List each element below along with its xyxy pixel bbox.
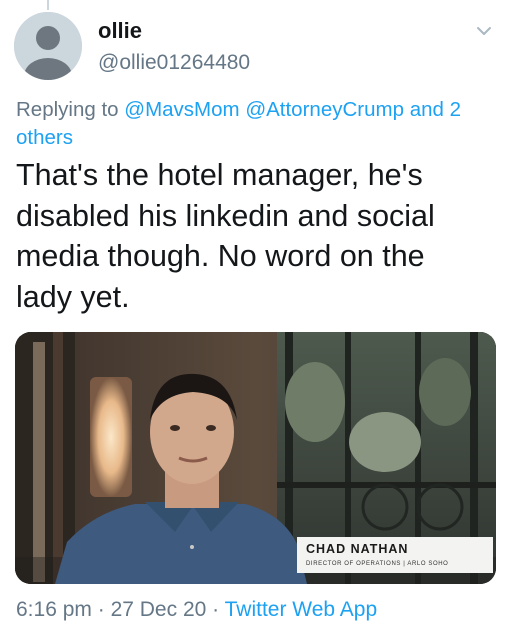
tweet-media-image[interactable]: CHAD NATHAN DIRECTOR OF OPERATIONS | ARL… — [15, 332, 496, 584]
mention-link[interactable]: @MavsMom — [124, 98, 239, 121]
avatar[interactable] — [14, 12, 82, 80]
mention-link[interactable]: @AttorneyCrump — [245, 98, 404, 121]
tweet-text: That's the hotel manager, he's disabled … — [16, 158, 435, 314]
tweet-time[interactable]: 6:16 pm — [16, 598, 92, 621]
display-name[interactable]: ollie — [98, 18, 142, 44]
replying-to-line: Replying to @MavsMom @AttorneyCrump and … — [16, 96, 486, 152]
video-lower-third-caption: CHAD NATHAN DIRECTOR OF OPERATIONS | ARL… — [297, 537, 493, 573]
replying-prefix: Replying to — [16, 98, 119, 121]
tweet-metadata: 6:16 pm · 27 Dec 20 · Twitter Web App — [16, 598, 377, 622]
tweet-card: ollie @ollie01264480 Replying to @MavsMo… — [0, 0, 511, 640]
tweet-date[interactable]: 27 Dec 20 — [111, 598, 207, 621]
thread-connector-line — [47, 0, 49, 10]
user-handle[interactable]: @ollie01264480 — [98, 51, 250, 75]
chevron-down-icon[interactable] — [475, 24, 493, 38]
meta-separator: · — [212, 598, 220, 621]
meta-separator: · — [97, 598, 105, 621]
tweet-source-link[interactable]: Twitter Web App — [225, 598, 378, 621]
lower-third-name: CHAD NATHAN — [306, 542, 409, 556]
lower-third-title: DIRECTOR OF OPERATIONS | ARLO SOHO — [306, 561, 449, 567]
